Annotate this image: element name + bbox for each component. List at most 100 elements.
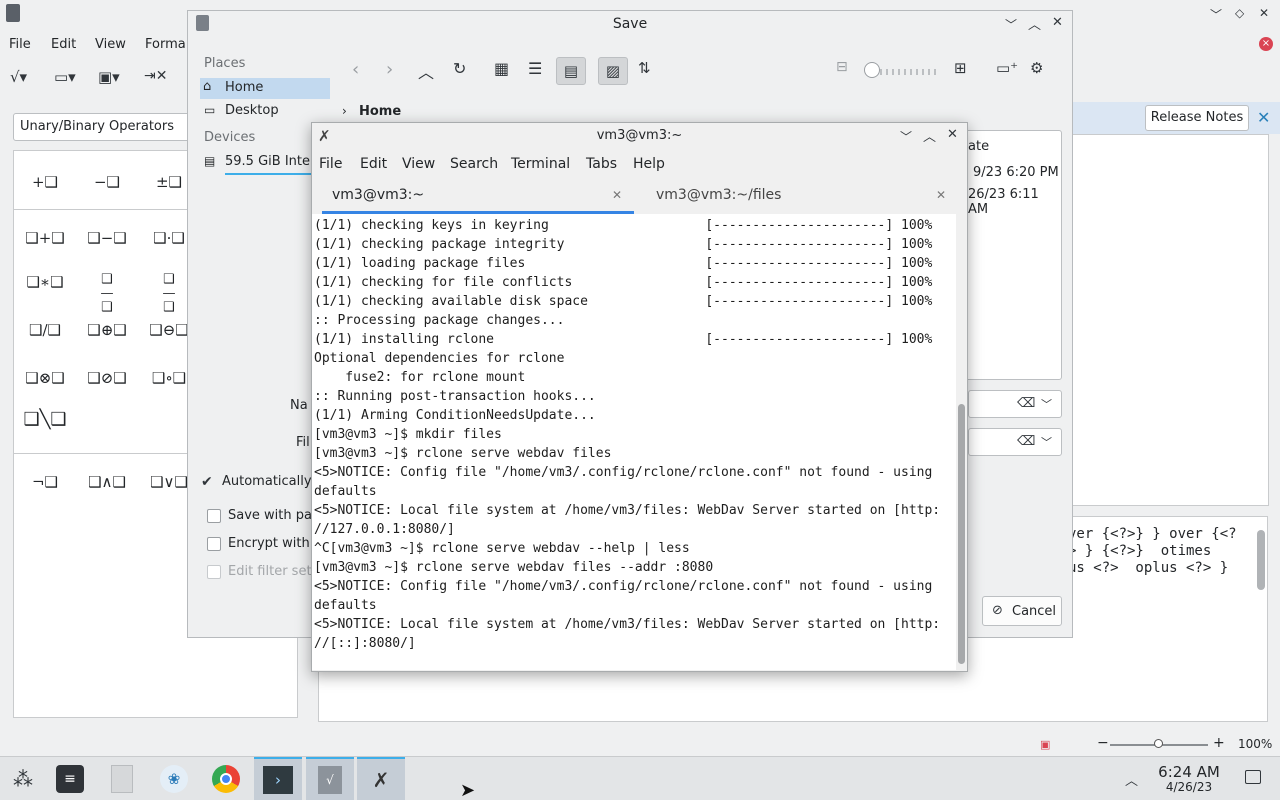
term-menu-tabs[interactable]: Tabs bbox=[586, 156, 617, 172]
place-home[interactable]: ⌂ Home bbox=[200, 78, 330, 99]
element-plus[interactable]: +❑ bbox=[14, 173, 76, 191]
compact-view-icon[interactable]: ☰ bbox=[528, 59, 542, 78]
place-desktop[interactable]: ▭ Desktop bbox=[200, 101, 330, 122]
edit-filter-checkbox bbox=[207, 565, 221, 579]
element-minus[interactable]: −❑ bbox=[76, 173, 138, 191]
tab-files[interactable]: vm3@vm3:~/files ✕ bbox=[646, 178, 956, 214]
release-notes-button[interactable]: Release Notes bbox=[1145, 105, 1249, 131]
element-neg[interactable]: ¬❑ bbox=[14, 473, 76, 491]
terminal-maximize-icon[interactable]: ︿ bbox=[923, 126, 936, 145]
new-folder-icon[interactable]: ▭⁺ bbox=[996, 59, 1018, 77]
zoom-in-icon[interactable]: ⊞ bbox=[954, 59, 967, 77]
checkbox-checked-icon[interactable]: ✔ bbox=[201, 474, 213, 490]
sort-icon[interactable]: ⇅ bbox=[638, 59, 651, 77]
cancel-button[interactable]: ⊘ Cancel bbox=[982, 596, 1062, 626]
term-menu-file[interactable]: File bbox=[319, 156, 342, 172]
up-icon[interactable]: ︿ bbox=[418, 59, 434, 83]
file-list[interactable]: ate 9/23 6:20 PM 26/23 6:11 AM bbox=[964, 130, 1062, 380]
system-settings-icon[interactable]: ≡ bbox=[47, 757, 93, 800]
element-div[interactable]: ❑/❑ bbox=[14, 321, 76, 339]
clear-icon[interactable]: ⌫ bbox=[1017, 396, 1035, 411]
element-and[interactable]: ❑∧❑ bbox=[76, 473, 138, 491]
scrollbar-thumb[interactable] bbox=[958, 404, 965, 664]
zoom-out-icon[interactable]: − bbox=[1097, 735, 1109, 751]
term-menu-edit[interactable]: Edit bbox=[360, 156, 387, 172]
tab-home[interactable]: vm3@vm3:~ ✕ bbox=[322, 178, 634, 214]
konsole-icon[interactable]: › bbox=[254, 757, 302, 800]
element-odivide[interactable]: ❑⊘❑ bbox=[76, 369, 138, 387]
clear-icon[interactable]: ⌫ bbox=[1017, 434, 1035, 449]
details-view-icon[interactable]: ▤ bbox=[556, 57, 586, 85]
save-minimize-icon[interactable]: ﹀ bbox=[1005, 16, 1017, 33]
terminal-line: (1/1) checking package integrity [------… bbox=[314, 237, 933, 252]
files-icon[interactable] bbox=[99, 757, 145, 800]
export-icon[interactable]: ⇥✕ bbox=[144, 68, 167, 84]
libreoffice-math-icon[interactable]: √ bbox=[306, 757, 354, 800]
term-menu-terminal[interactable]: Terminal bbox=[511, 156, 570, 172]
app-launcher-icon[interactable]: ⁂ bbox=[0, 757, 46, 800]
element-add[interactable]: ❑+❑ bbox=[14, 229, 76, 247]
icons-view-icon[interactable]: ▦ bbox=[494, 59, 509, 78]
terminal-minimize-icon[interactable]: ﹀ bbox=[900, 128, 912, 145]
formula-cursor-icon[interactable]: √▾ bbox=[10, 68, 27, 86]
bg-menu-file[interactable]: File bbox=[9, 37, 31, 52]
term-menu-help[interactable]: Help bbox=[633, 156, 665, 172]
preview-icon[interactable]: ▨ bbox=[598, 57, 628, 85]
tab-close-icon[interactable]: ✕ bbox=[612, 178, 622, 212]
term-menu-view[interactable]: View bbox=[402, 156, 435, 172]
term-menu-search[interactable]: Search bbox=[450, 156, 498, 172]
tab-files-label: vm3@vm3:~/files bbox=[656, 187, 782, 203]
bg-menu-edit[interactable]: Edit bbox=[51, 37, 76, 52]
terminal-line: :: Processing package changes... bbox=[314, 313, 565, 328]
chevron-down-icon[interactable]: ﹀ bbox=[1041, 396, 1052, 412]
element-sub[interactable]: ❑−❑ bbox=[76, 229, 138, 247]
save-close-icon[interactable]: ✕ bbox=[1052, 15, 1063, 30]
save-maximize-icon[interactable]: ︿ bbox=[1028, 14, 1041, 33]
system-tray-expand-icon[interactable]: ︿ bbox=[1125, 770, 1138, 789]
reload-icon[interactable]: ↻ bbox=[453, 59, 466, 78]
clock[interactable]: 6:24 AM 4/26/23 bbox=[1150, 763, 1228, 794]
breadcrumb-home[interactable]: Home bbox=[359, 104, 401, 119]
tab-close-icon[interactable]: ✕ bbox=[936, 178, 946, 212]
back-icon[interactable]: ‹ bbox=[352, 59, 359, 80]
formula-scrollbar[interactable] bbox=[1257, 530, 1265, 590]
document-area[interactable] bbox=[1071, 134, 1269, 506]
zoom-slider-handle[interactable] bbox=[1154, 739, 1163, 748]
terminal-line: defaults bbox=[314, 598, 377, 613]
elements-combo[interactable]: Unary/Binary Operators bbox=[13, 113, 203, 141]
terminal-scrollbar[interactable] bbox=[956, 214, 967, 670]
forward-icon[interactable]: › bbox=[386, 59, 393, 80]
discover-icon[interactable]: ❀ bbox=[151, 757, 197, 800]
open-icon[interactable]: ▭▾ bbox=[54, 68, 76, 86]
close-icon[interactable]: ✕ bbox=[1259, 6, 1269, 20]
element-times[interactable]: ❑∗❑ bbox=[14, 273, 76, 315]
chrome-icon[interactable] bbox=[203, 757, 249, 800]
terminal-close-icon[interactable]: ✕ bbox=[947, 127, 958, 142]
save-icon[interactable]: ▣▾ bbox=[98, 68, 120, 86]
save-toolbar: ‹ › ︿ ↻ ▦ ☰ ▤ ▨ ⇅ ⊟ ⊞ ▭⁺ ⚙ bbox=[348, 57, 1068, 87]
element-frac[interactable]: ❑ — ❑ bbox=[76, 273, 138, 315]
show-desktop-icon[interactable] bbox=[1245, 770, 1261, 784]
minimize-icon[interactable]: ﹀ bbox=[1210, 6, 1222, 23]
element-otimes[interactable]: ❑⊗❑ bbox=[14, 369, 76, 387]
encrypt-checkbox[interactable] bbox=[207, 537, 221, 551]
filter-field-tail[interactable]: ⌫ ﹀ bbox=[968, 428, 1062, 456]
name-field-tail[interactable]: ⌫ ﹀ bbox=[968, 390, 1062, 418]
chevron-down-icon[interactable]: ﹀ bbox=[1041, 434, 1052, 450]
element-wideslash[interactable]: ❑╲❑ bbox=[14, 409, 76, 430]
zoom-out-icon[interactable]: ⊟ bbox=[836, 59, 848, 75]
bg-menu-format[interactable]: Forma bbox=[145, 37, 186, 52]
options-icon[interactable]: ⚙ bbox=[1030, 59, 1043, 77]
icon-size-handle[interactable] bbox=[864, 62, 880, 78]
element-oplus[interactable]: ❑⊕❑ bbox=[76, 321, 138, 339]
column-header-date[interactable]: ate bbox=[968, 139, 989, 154]
maximize-icon[interactable]: ◇ bbox=[1235, 6, 1244, 20]
bg-doc-close-icon[interactable]: × bbox=[1259, 37, 1273, 51]
bg-window-controls: ﹀ ◇ ✕ bbox=[1210, 6, 1280, 22]
bg-menu-view[interactable]: View bbox=[95, 37, 126, 52]
zoom-in-icon[interactable]: + bbox=[1213, 735, 1225, 751]
terminal-line: defaults bbox=[314, 484, 377, 499]
xterm-icon[interactable]: ✗ bbox=[357, 757, 405, 800]
infobar-close-icon[interactable]: ✕ bbox=[1257, 108, 1270, 127]
save-with-password-checkbox[interactable] bbox=[207, 509, 221, 523]
